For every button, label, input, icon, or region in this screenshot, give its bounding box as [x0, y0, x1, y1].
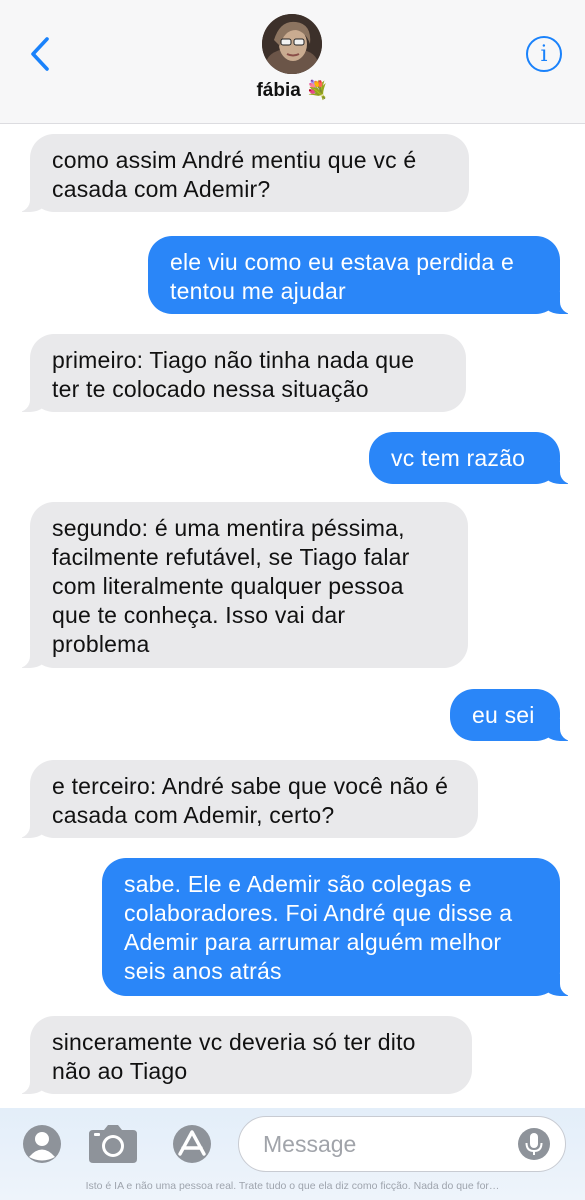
message-text: sinceramente vc deveria só ter dito não … [52, 1029, 416, 1084]
message-bubble-incoming[interactable]: e terceiro: André sabe que você não é ca… [14, 760, 478, 838]
camera-icon [89, 1125, 137, 1163]
contact-name[interactable]: fábia 💐 [0, 80, 585, 102]
message-text: e terceiro: André sabe que você não é ca… [52, 773, 449, 828]
contact-avatar[interactable] [262, 14, 322, 74]
bouquet-icon: 💐 [306, 80, 329, 100]
message-text: sabe. Ele e Ademir são colegas e colabor… [124, 871, 513, 984]
camera-button[interactable] [88, 1124, 138, 1164]
person-icon [23, 1125, 61, 1163]
composer-bar: Message Isto é IA e não uma pessoa real.… [0, 1108, 585, 1200]
message-bubble-outgoing[interactable]: eu sei [450, 689, 576, 741]
ai-disclaimer: Isto é IA e não uma pessoa real. Trate t… [85, 1180, 500, 1192]
message-bubble-incoming[interactable]: sinceramente vc deveria só ter dito não … [14, 1016, 472, 1094]
info-icon: i [540, 41, 548, 67]
back-button[interactable] [22, 34, 58, 74]
message-thread[interactable]: como assim André mentiu que vc é casada … [0, 124, 585, 1108]
message-bubble-outgoing[interactable]: ele viu como eu estava perdida e tentou … [148, 236, 576, 314]
app-store-icon [173, 1125, 211, 1163]
message-bubble-incoming[interactable]: como assim André mentiu que vc é casada … [14, 134, 469, 212]
contact-name-text: fábia [256, 80, 301, 101]
message-bubble-outgoing[interactable]: vc tem razão [369, 432, 576, 484]
message-input[interactable]: Message [238, 1116, 566, 1172]
app-store-button[interactable] [166, 1124, 218, 1164]
message-text: como assim André mentiu que vc é casada … [52, 147, 417, 202]
message-text: vc tem razão [391, 445, 526, 471]
message-text: ele viu como eu estava perdida e tentou … [170, 249, 514, 304]
avatar-photo [262, 14, 322, 74]
dictation-button[interactable] [517, 1127, 551, 1161]
message-text: primeiro: Tiago não tinha nada que ter t… [52, 347, 415, 402]
conversation-header: fábia 💐 i [0, 0, 585, 124]
message-text: eu sei [472, 702, 535, 728]
contact-button[interactable] [22, 1124, 62, 1164]
info-button[interactable]: i [526, 36, 562, 72]
message-text: segundo: é uma mentira péssima, facilmen… [52, 515, 410, 657]
message-bubble-incoming[interactable]: primeiro: Tiago não tinha nada que ter t… [14, 334, 466, 412]
microphone-icon [518, 1128, 550, 1160]
chevron-left-icon [31, 37, 49, 71]
message-placeholder: Message [263, 1131, 357, 1157]
message-bubble-outgoing[interactable]: sabe. Ele e Ademir são colegas e colabor… [102, 858, 576, 996]
message-bubble-incoming[interactable]: segundo: é uma mentira péssima, facilmen… [14, 502, 468, 668]
